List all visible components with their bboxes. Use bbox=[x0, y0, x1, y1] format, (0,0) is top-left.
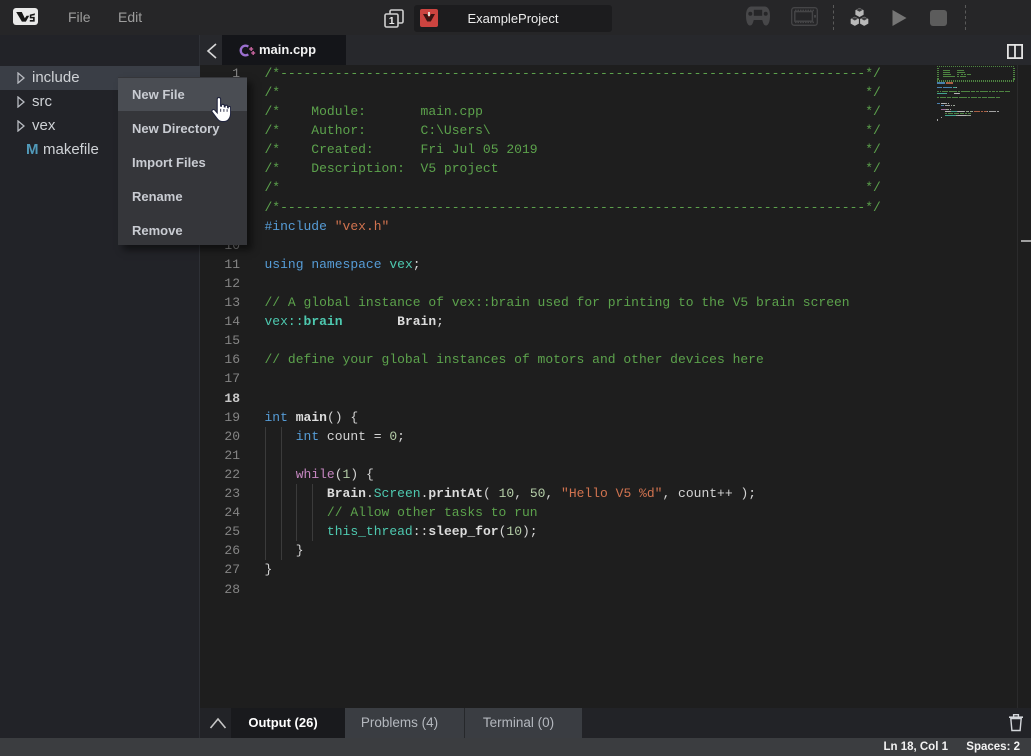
svg-text:1: 1 bbox=[389, 15, 395, 27]
